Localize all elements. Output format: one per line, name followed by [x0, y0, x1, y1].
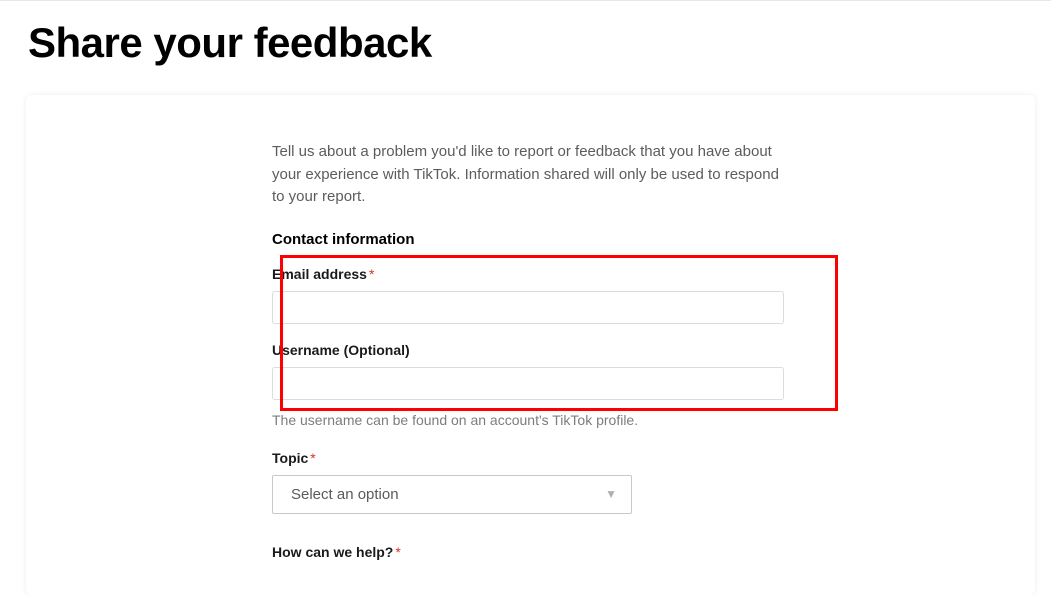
chevron-down-icon: ▼	[605, 487, 617, 501]
email-label-text: Email address	[272, 266, 367, 282]
username-field-block: Username (Optional)	[272, 342, 784, 400]
username-label: Username (Optional)	[272, 342, 784, 358]
help-field-block: How can we help?*	[272, 544, 784, 560]
help-label-text: How can we help?	[272, 544, 393, 560]
email-label: Email address*	[272, 266, 784, 282]
intro-text: Tell us about a problem you'd like to re…	[272, 141, 784, 209]
required-mark: *	[369, 266, 374, 282]
page-title: Share your feedback	[28, 19, 1051, 67]
topic-label-text: Topic	[272, 450, 308, 466]
required-mark: *	[395, 544, 400, 560]
help-label: How can we help?*	[272, 544, 784, 560]
topic-label: Topic*	[272, 450, 784, 466]
email-field-block: Email address*	[272, 266, 784, 324]
topic-select[interactable]: Select an option ▼	[272, 475, 632, 514]
username-help-text: The username can be found on an account'…	[272, 412, 784, 428]
required-mark: *	[310, 450, 315, 466]
email-input[interactable]	[272, 291, 784, 324]
contact-heading: Contact information	[272, 231, 784, 248]
topic-select-placeholder: Select an option	[291, 486, 399, 503]
topic-field-block: Topic* Select an option ▼	[272, 450, 784, 514]
username-input[interactable]	[272, 367, 784, 400]
feedback-card: Tell us about a problem you'd like to re…	[26, 95, 1035, 595]
